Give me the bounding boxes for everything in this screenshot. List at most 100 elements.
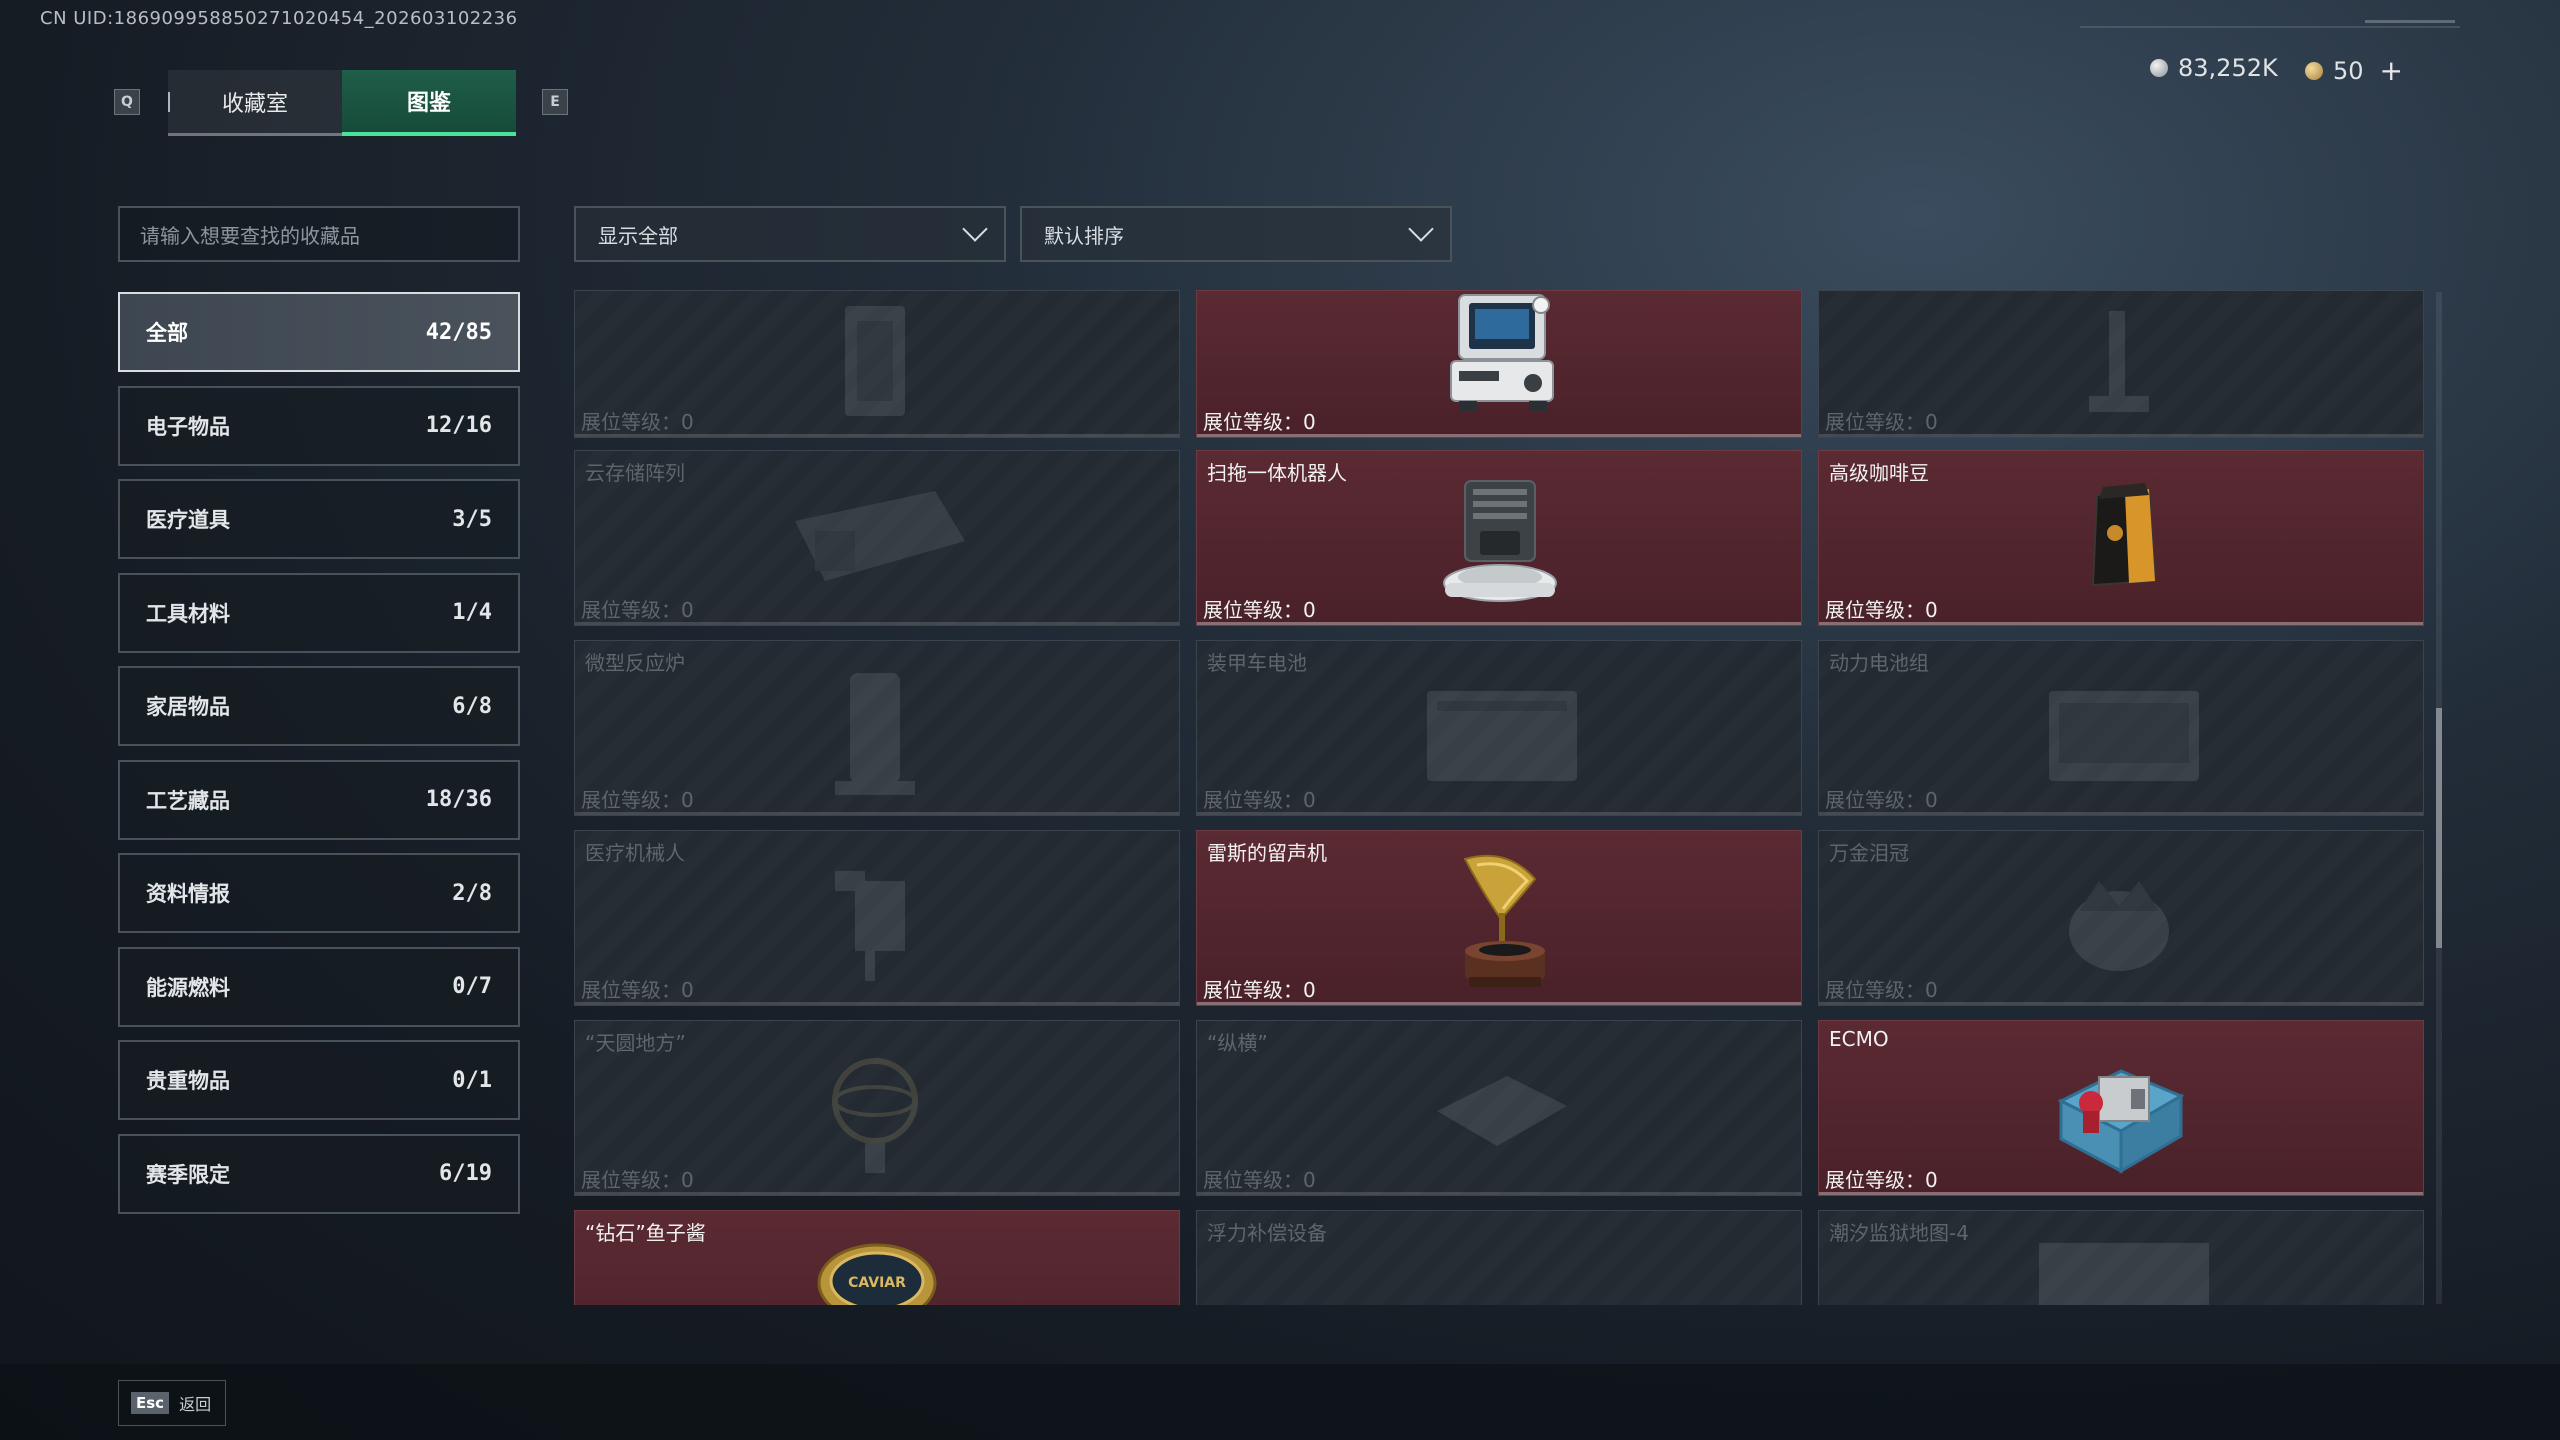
item-name: 高级咖啡豆 [1829,461,1929,485]
chevron-down-icon [1408,216,1434,242]
board-game-icon [1437,1076,1567,1146]
collectible-card[interactable]: 高级咖啡豆 展位等级：0 [1818,450,2424,626]
collectible-card[interactable]: “纵横” 展位等级：0 [1196,1020,1802,1196]
prev-tab-key-hint[interactable]: Q [114,89,140,115]
display-level: 展位等级：0 [1825,1168,1938,1192]
collectible-card[interactable]: 扫拖一体机器人 展位等级：0 [1196,450,1802,626]
category-all[interactable]: 全部 42/85 [118,292,520,372]
esc-key-hint: Esc [131,1392,170,1414]
silver-coin-icon [2150,59,2168,77]
category-count: 6/19 [439,1161,492,1186]
caviar-tin-icon: CAVIAR [817,1243,937,1305]
collectible-card[interactable]: 雷斯的留声机 展位等级：0 [1196,830,1802,1006]
item-name: 医疗机械人 [585,841,685,865]
category-valuables[interactable]: 贵重物品 0/1 [118,1040,520,1120]
collectible-card[interactable]: 装甲车电池 展位等级：0 [1196,640,1802,816]
category-intel[interactable]: 资料情报 2/8 [118,853,520,933]
item-name: 云存储阵列 [585,461,685,485]
category-household[interactable]: 家居物品 6/8 [118,666,520,746]
display-level: 展位等级：0 [581,1168,694,1192]
footer-bar [0,1364,2560,1440]
display-level: 展位等级：0 [1203,1168,1316,1192]
chevron-down-icon [962,216,988,242]
category-label: 医疗道具 [146,508,230,532]
collectible-card[interactable]: 展位等级：0 [1818,290,2424,438]
category-count: 42/85 [425,319,492,345]
category-electronics[interactable]: 电子物品 12/16 [118,385,520,466]
category-count: 3/5 [452,506,492,532]
grid-scrollbar-thumb[interactable] [2436,708,2442,948]
item-name: 浮力补偿设备 [1207,1221,1327,1245]
tab-collection-room[interactable]: 收藏室 [168,70,342,136]
category-medical[interactable]: 医疗道具 3/5 [118,479,520,559]
armored-battery-icon [1427,691,1577,781]
category-count: 0/7 [452,974,492,999]
add-currency-button[interactable]: + [2380,54,2403,87]
gramophone-icon [1463,854,1545,987]
micro-reactor-icon [835,673,915,795]
collectible-card[interactable]: 浮力补偿设备 [1196,1210,1802,1305]
category-label: 工艺藏品 [146,788,230,813]
collectible-card[interactable]: 微型反应炉 展位等级：0 [574,640,1180,816]
silver-amount: 83,252K [2178,54,2278,82]
item-name: “纵横” [1207,1031,1268,1055]
header-divider [2080,26,2460,28]
uid-text: CN UID:1869099588502710204​54_2026031022… [40,8,518,29]
display-level: 展位等级：0 [1825,598,1938,622]
ecmo-machine-icon [2057,1069,2185,1174]
display-level: 展位等级：0 [1203,788,1316,812]
next-tab-key-hint[interactable]: E [542,89,568,115]
display-level: 展位等级：0 [581,788,694,812]
gold-amount: 50 [2333,56,2364,85]
top-tab-bar: 收藏室 图鉴 [168,70,516,136]
crown-icon [2069,881,2169,971]
back-label: 返回 [179,1395,212,1414]
collectible-card[interactable]: 万金泪冠 展位等级：0 [1818,830,2424,1006]
category-label: 电子物品 [146,414,230,439]
collectible-card[interactable]: 潮汐监狱地图-4 [1818,1210,2424,1305]
filter-dropdown[interactable]: 显示全部 [574,206,1006,262]
tab-codex[interactable]: 图鉴 [342,70,516,136]
category-tools[interactable]: 工具材料 1/4 [118,572,520,653]
prison-map-icon [2039,1243,2209,1305]
display-level: 展位等级：0 [1825,410,1938,434]
category-crafts[interactable]: 工艺藏品 18/36 [118,759,520,840]
category-energy[interactable]: 能源燃料 0/7 [118,946,520,1027]
collectible-card[interactable]: ECMO 展位等级：0 [1818,1020,2424,1196]
collectible-card[interactable]: 展位等级：0 [1196,290,1802,438]
item-icon [845,306,905,416]
collectible-card[interactable]: 云存储阵列 展位等级：0 [574,450,1180,626]
search-input[interactable]: 请输入想要查找的收藏品 [118,206,520,262]
collectibles-grid: 展位等级：0 展位等级：0 展位等级：0 云存储阵列 展位等级：0 扫拖一体机器… [574,290,2424,1305]
back-button[interactable]: Esc 返回 [118,1380,226,1426]
filter-dropdown-value: 显示全部 [598,223,678,248]
category-label: 工具材料 [146,601,230,626]
item-name: ECMO [1829,1027,1889,1051]
category-count: 12/16 [425,413,492,438]
collectible-card[interactable]: “钻石”鱼子酱 CAVIAR [574,1210,1180,1305]
item-name: 扫拖一体机器人 [1207,461,1347,485]
gold-currency: 50 + [2305,54,2403,87]
item-name: 万金泪冠 [1829,841,1909,865]
item-name: 微型反应炉 [585,651,685,675]
category-label: 家居物品 [146,695,230,719]
category-count: 6/8 [452,693,492,719]
sort-dropdown[interactable]: 默认排序 [1020,206,1452,262]
category-label: 赛季限定 [146,1162,230,1187]
category-label: 全部 [146,321,188,345]
collectible-card[interactable]: 医疗机械人 展位等级：0 [574,830,1180,1006]
display-level: 展位等级：0 [581,410,694,434]
coffee-bag-icon [2091,483,2157,587]
collectible-card[interactable]: 展位等级：0 [574,290,1180,438]
category-sidebar: 全部 42/85 电子物品 12/16 医疗道具 3/5 工具材料 1/4 家居物品 6/… [118,292,520,1227]
gold-coin-icon [2305,61,2323,80]
item-name: 装甲车电池 [1207,651,1307,675]
storage-array-icon [795,491,965,581]
category-seasonal[interactable]: 赛季限定 6/19 [118,1133,520,1214]
display-level: 展位等级：0 [1203,598,1316,622]
display-level: 展位等级：0 [1203,978,1316,1002]
medical-monitor-icon [1450,294,1554,411]
category-count: 18/36 [425,787,492,812]
collectible-card[interactable]: 动力电池组 展位等级：0 [1818,640,2424,816]
collectible-card[interactable]: “天圆地方” 展位等级：0 [574,1020,1180,1196]
